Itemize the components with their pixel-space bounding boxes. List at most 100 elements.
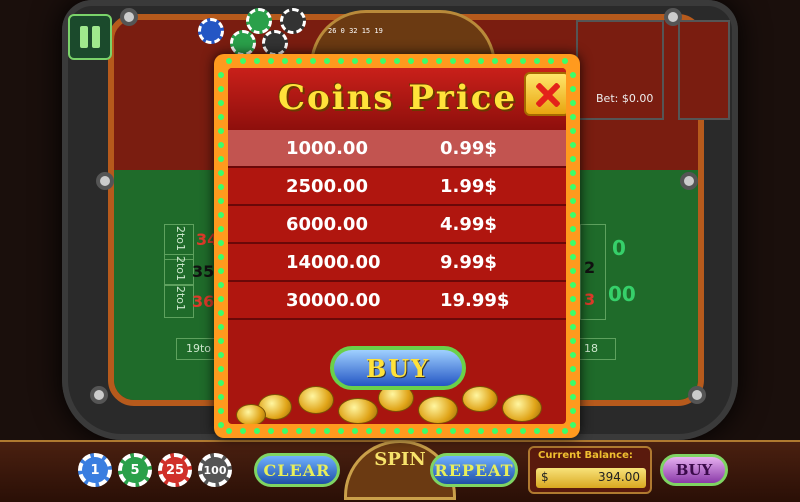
- bulb-light: [218, 422, 224, 428]
- bulb-light: [478, 58, 484, 64]
- balance-label: Current Balance:: [538, 450, 633, 461]
- bulb-light: [506, 428, 512, 434]
- pause-button[interactable]: [68, 14, 112, 60]
- bulb-light: [570, 142, 576, 148]
- bulb-light: [254, 58, 260, 64]
- bulb-light: [296, 428, 302, 434]
- bulb-light: [570, 86, 576, 92]
- coins-amount: 1000.00: [286, 138, 368, 159]
- coins-amount: 2500.00: [286, 176, 368, 197]
- bulb-light: [562, 428, 568, 434]
- bulb-light: [520, 428, 526, 434]
- price-row[interactable]: 30000.00 19.99$: [228, 282, 566, 320]
- bulb-light: [218, 170, 224, 176]
- zero-cell[interactable]: 0: [612, 236, 626, 260]
- number-cell[interactable]: 3: [584, 290, 595, 309]
- price-row[interactable]: 1000.00 0.99$: [228, 130, 566, 168]
- bulb-light: [506, 58, 512, 64]
- number-cell[interactable]: 36: [192, 292, 214, 311]
- buy-coins-button[interactable]: BUY: [660, 454, 728, 486]
- bulb-light: [570, 240, 576, 246]
- bulb-light: [366, 428, 372, 434]
- chip-stack-icon: [280, 8, 306, 34]
- bulb-light: [570, 352, 576, 358]
- bulb-light: [408, 428, 414, 434]
- number-cell[interactable]: 2: [584, 258, 595, 277]
- chip-5-button[interactable]: 5: [118, 453, 152, 487]
- gold-coin-icon: [502, 394, 542, 422]
- chip-100-button[interactable]: 100: [198, 453, 232, 487]
- bulb-light: [338, 58, 344, 64]
- bulb-light: [562, 58, 568, 64]
- bulb-light: [218, 296, 224, 302]
- bulb-light: [380, 58, 386, 64]
- table-bolt-icon: [688, 386, 706, 404]
- bulb-light: [570, 380, 576, 386]
- bulb-light: [218, 338, 224, 344]
- dialog-title: Coins Price: [278, 78, 518, 118]
- bulb-light: [422, 428, 428, 434]
- bulb-light: [570, 282, 576, 288]
- balance-field: $ 394.00: [536, 468, 646, 488]
- bulb-light: [450, 58, 456, 64]
- price-row[interactable]: 14000.00 9.99$: [228, 244, 566, 282]
- double-zero-cell[interactable]: 00: [608, 282, 636, 306]
- chip-1-button[interactable]: 1: [78, 453, 112, 487]
- chip-stack-icon: [262, 30, 288, 56]
- price-amount: 1.99$: [440, 176, 497, 197]
- buy-button[interactable]: BUY: [330, 346, 466, 390]
- bulb-light: [218, 254, 224, 260]
- price-row[interactable]: 6000.00 4.99$: [228, 206, 566, 244]
- bulb-light: [352, 58, 358, 64]
- bulb-light: [282, 428, 288, 434]
- column-bet-label: 2to1: [174, 225, 188, 252]
- bulb-light: [240, 428, 246, 434]
- bulb-light: [218, 240, 224, 246]
- bulb-light: [492, 428, 498, 434]
- bulb-light: [422, 58, 428, 64]
- bulb-light: [394, 58, 400, 64]
- bulb-light: [218, 142, 224, 148]
- bulb-light: [268, 58, 274, 64]
- bulb-light: [570, 366, 576, 372]
- bulb-light: [570, 422, 576, 428]
- balance-currency: $: [541, 470, 549, 484]
- clear-button[interactable]: CLEAR: [254, 453, 340, 487]
- dialog-header: Coins Price: [228, 68, 566, 130]
- table-bolt-icon: [120, 8, 138, 26]
- bulb-light: [268, 428, 274, 434]
- bulb-light: [218, 324, 224, 330]
- bulb-light: [534, 58, 540, 64]
- dozen-bet-label: 19to: [186, 342, 212, 355]
- close-icon[interactable]: [524, 72, 566, 116]
- bulb-light: [570, 408, 576, 414]
- bulb-light: [534, 428, 540, 434]
- bulb-light: [380, 428, 386, 434]
- bulb-light: [464, 58, 470, 64]
- column-bet-label: 2to1: [174, 255, 188, 282]
- price-row[interactable]: 2500.00 1.99$: [228, 168, 566, 206]
- chip-25-button[interactable]: 25: [158, 453, 192, 487]
- bet-label: Bet: $0.00: [596, 92, 654, 105]
- bulb-light: [570, 394, 576, 400]
- bulb-light: [520, 58, 526, 64]
- gold-coin-icon: [418, 396, 458, 424]
- bulb-light: [548, 58, 554, 64]
- bulb-light: [338, 428, 344, 434]
- bulb-light: [570, 226, 576, 232]
- bulb-light: [570, 296, 576, 302]
- bulb-light: [310, 58, 316, 64]
- bulb-light: [408, 58, 414, 64]
- dialog-body: Coins Price 1000.00 0.99$ 2500.00 1.99$ …: [228, 68, 566, 424]
- bulb-light: [570, 156, 576, 162]
- table-bolt-icon: [90, 386, 108, 404]
- bulb-light: [324, 58, 330, 64]
- repeat-button[interactable]: REPEAT: [430, 453, 518, 487]
- number-cell[interactable]: 35: [192, 262, 214, 281]
- bet-box: [576, 20, 664, 120]
- bulb-light: [366, 58, 372, 64]
- bulb-light: [570, 198, 576, 204]
- bulb-light: [254, 428, 260, 434]
- wheel-numbers: 26 0 32 15 19: [328, 27, 383, 35]
- bulb-light: [324, 428, 330, 434]
